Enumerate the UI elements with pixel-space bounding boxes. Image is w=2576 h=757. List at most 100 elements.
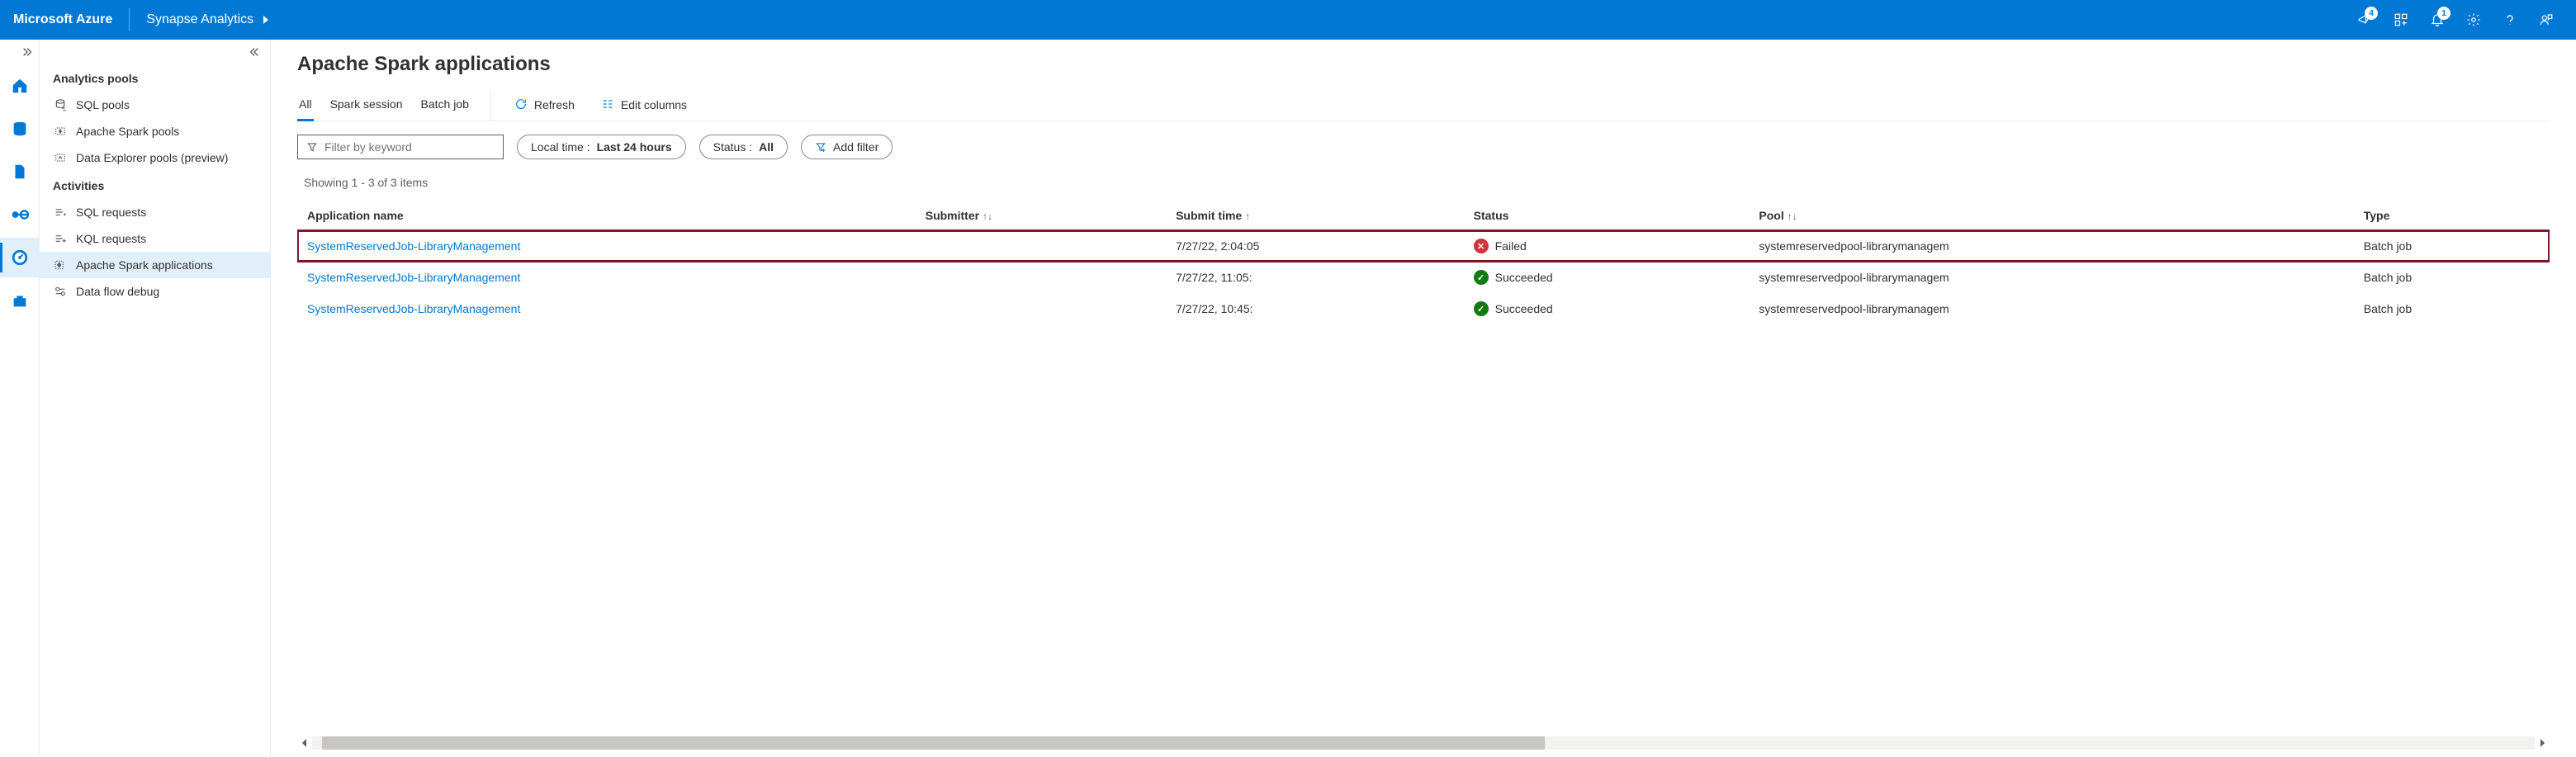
table-row[interactable]: SystemReservedJob-LibraryManagement 7/27/… bbox=[297, 230, 2550, 262]
result-count: Showing 1 - 3 of 3 items bbox=[304, 176, 2550, 189]
rail-home-button[interactable] bbox=[0, 66, 40, 106]
document-icon bbox=[11, 163, 29, 181]
cell-pool: systemreservedpool-librarymanagem bbox=[1749, 230, 2353, 262]
sidebar-item-label: KQL requests bbox=[76, 232, 146, 245]
main-content: Apache Spark applications All Spark sess… bbox=[271, 40, 2576, 757]
cell-status: ✓ Succeeded bbox=[1464, 293, 1750, 324]
sidebar-item-sql-pools[interactable]: SQL pools bbox=[40, 92, 270, 118]
header-divider bbox=[129, 8, 130, 31]
filter-keyword-input-wrap[interactable] bbox=[297, 135, 504, 159]
sidebar-item-kql-requests[interactable]: KQL requests bbox=[40, 225, 270, 252]
filter-status-pill[interactable]: Status : All bbox=[699, 135, 788, 159]
scroll-thumb[interactable] bbox=[322, 736, 1545, 750]
refresh-button[interactable]: Refresh bbox=[511, 91, 578, 120]
pipeline-icon bbox=[11, 206, 29, 224]
sort-icon: ↑↓ bbox=[983, 211, 992, 222]
status-text: Succeeded bbox=[1495, 271, 1553, 284]
col-submit-time[interactable]: Submit time↑ bbox=[1166, 201, 1464, 230]
columns-icon bbox=[601, 97, 614, 113]
cell-submitter bbox=[916, 293, 1166, 324]
sidebar-item-label: SQL pools bbox=[76, 98, 130, 111]
brand-text[interactable]: Microsoft Azure bbox=[13, 12, 129, 27]
settings-button[interactable] bbox=[2457, 3, 2490, 36]
sidebar-item-spark-applications[interactable]: Apache Spark applications bbox=[40, 252, 270, 278]
success-icon: ✓ bbox=[1474, 301, 1489, 316]
person-feedback-icon bbox=[2539, 12, 2554, 27]
side-panel: Analytics pools SQL pools Apache Spark p… bbox=[40, 40, 271, 757]
filter-time-label: Local time : bbox=[531, 140, 590, 154]
table-row[interactable]: SystemReservedJob-LibraryManagement7/27/… bbox=[297, 293, 2550, 324]
edit-columns-button[interactable]: Edit columns bbox=[598, 91, 690, 120]
col-type[interactable]: Type bbox=[2354, 201, 2550, 230]
scroll-track[interactable] bbox=[312, 736, 2535, 750]
rail-integrate-button[interactable] bbox=[0, 195, 40, 234]
cell-app-name[interactable]: SystemReservedJob-LibraryManagement bbox=[297, 230, 916, 262]
filter-add-icon bbox=[815, 141, 826, 153]
rail-develop-button[interactable] bbox=[0, 152, 40, 192]
filter-icon bbox=[306, 141, 318, 153]
col-status[interactable]: Status bbox=[1464, 201, 1750, 230]
cell-type: Batch job bbox=[2354, 293, 2550, 324]
table-row[interactable]: SystemReservedJob-LibraryManagement 7/27/… bbox=[297, 262, 2550, 293]
cell-status: ✕Failed bbox=[1464, 230, 1750, 262]
col-pool[interactable]: Pool↑↓ bbox=[1749, 201, 2353, 230]
service-breadcrumb[interactable]: Synapse Analytics bbox=[146, 12, 270, 27]
cell-pool: systemreservedpool-librarymanagem bbox=[1749, 262, 2353, 293]
sidebar-item-label: Apache Spark pools bbox=[76, 125, 179, 138]
sidebar-item-sql-requests[interactable]: SQL requests bbox=[40, 199, 270, 225]
sidebar-item-label: Data flow debug bbox=[76, 285, 159, 298]
add-filter-button[interactable]: Add filter bbox=[801, 135, 893, 159]
notify-badge: 1 bbox=[2437, 7, 2451, 20]
cell-type: Batch job bbox=[2354, 262, 2550, 293]
spark-pool-icon bbox=[53, 125, 68, 138]
collapse-panel-button[interactable] bbox=[40, 43, 270, 64]
col-app-name[interactable]: Application name bbox=[297, 201, 916, 230]
rail-monitor-button[interactable] bbox=[0, 238, 40, 277]
help-button[interactable] bbox=[2493, 3, 2526, 36]
error-icon: ✕ bbox=[1474, 239, 1489, 253]
add-filter-label: Add filter bbox=[833, 140, 878, 154]
rail-manage-button[interactable] bbox=[0, 281, 40, 320]
rail-data-button[interactable] bbox=[0, 109, 40, 149]
cell-submit-time: 7/27/22, 2:04:05 bbox=[1166, 230, 1464, 262]
feedback-button[interactable] bbox=[2530, 3, 2563, 36]
cell-app-name[interactable]: SystemReservedJob-LibraryManagement bbox=[297, 262, 916, 293]
top-header: Microsoft Azure Synapse Analytics 4 1 bbox=[0, 0, 2576, 40]
announcements-button[interactable]: 4 bbox=[2348, 3, 2381, 36]
sql-req-icon bbox=[53, 206, 68, 219]
chevron-right-icon bbox=[262, 16, 270, 24]
cell-submit-time: 7/27/22, 11:05: bbox=[1166, 262, 1464, 293]
group-header-analytics-pools: Analytics pools bbox=[40, 64, 270, 92]
col-submitter[interactable]: Submitter↑↓ bbox=[916, 201, 1166, 230]
horizontal-scrollbar[interactable] bbox=[297, 736, 2550, 750]
cell-submitter bbox=[916, 230, 1166, 262]
tab-batch-job[interactable]: Batch job bbox=[419, 89, 471, 121]
icon-rail bbox=[0, 40, 40, 757]
sidebar-item-label: SQL requests bbox=[76, 206, 146, 219]
sidebar-item-data-explorer-pools[interactable]: Data Explorer pools (preview) bbox=[40, 144, 270, 171]
sidebar-item-label: Data Explorer pools (preview) bbox=[76, 151, 228, 164]
filter-time-pill[interactable]: Local time : Last 24 hours bbox=[517, 135, 686, 159]
question-icon bbox=[2503, 12, 2517, 27]
sort-icon: ↑↓ bbox=[1788, 211, 1797, 222]
sidebar-item-data-flow-debug[interactable]: Data flow debug bbox=[40, 278, 270, 305]
expand-rail-button[interactable] bbox=[0, 43, 40, 63]
status-text: Succeeded bbox=[1495, 302, 1553, 315]
filter-status-label: Status : bbox=[713, 140, 752, 154]
sidebar-item-spark-pools[interactable]: Apache Spark pools bbox=[40, 118, 270, 144]
header-actions: 4 1 bbox=[2348, 3, 2563, 36]
success-icon: ✓ bbox=[1474, 270, 1489, 285]
home-icon bbox=[11, 77, 29, 95]
directory-button[interactable] bbox=[2384, 3, 2417, 36]
tab-spark-session[interactable]: Spark session bbox=[329, 89, 405, 121]
sidebar-item-label: Apache Spark applications bbox=[76, 258, 213, 272]
tab-all[interactable]: All bbox=[297, 89, 314, 121]
filter-keyword-input[interactable] bbox=[324, 140, 495, 154]
scroll-right-button[interactable] bbox=[2535, 736, 2550, 750]
data-explorer-icon bbox=[53, 151, 68, 164]
database-icon bbox=[11, 120, 29, 138]
notifications-button[interactable]: 1 bbox=[2421, 3, 2454, 36]
cell-app-name[interactable]: SystemReservedJob-LibraryManagement bbox=[297, 293, 916, 324]
cell-pool: systemreservedpool-librarymanagem bbox=[1749, 293, 2353, 324]
scroll-left-button[interactable] bbox=[297, 736, 312, 750]
